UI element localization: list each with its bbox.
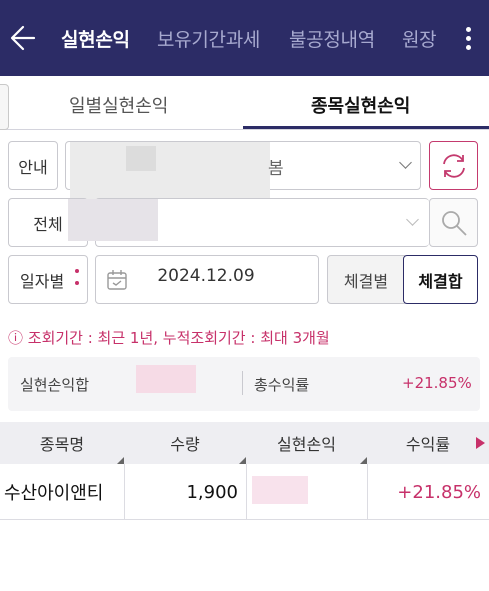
period-label: 일자별 (20, 271, 65, 291)
exec-sum-toggle[interactable]: 체결합 (403, 255, 478, 304)
search-icon (441, 210, 467, 236)
stock-select[interactable] (68, 198, 429, 247)
subtab-daily-realized[interactable]: 일별실현손익 (69, 92, 168, 118)
active-tab-indicator (243, 126, 489, 129)
realized-total-label: 실현손익합 (20, 376, 90, 394)
tab-realized-pnl[interactable]: 실현손익 (61, 25, 130, 52)
return-rate-cell: +21.85% (397, 481, 481, 503)
refresh-icon (442, 153, 465, 178)
search-button[interactable] (429, 198, 478, 247)
account-suffix: 봄 (268, 159, 284, 179)
edge-drag-handle[interactable] (0, 84, 9, 130)
masked-account-block (126, 146, 156, 171)
guide-button[interactable]: 안내 (8, 141, 58, 190)
dot-icon (75, 281, 79, 285)
tab-holding-period-tax[interactable]: 보유기간과세 (157, 25, 260, 52)
tab-ledger[interactable]: 원장 (402, 25, 437, 52)
summary-divider (242, 371, 243, 395)
total-return-label: 총수익률 (254, 376, 310, 394)
dot-icon (75, 269, 79, 273)
exec-by-toggle[interactable]: 체결별 (327, 255, 405, 304)
date-value: 2024.12.09 (157, 266, 255, 286)
stock-name-cell: 수산아이앤티 (4, 483, 104, 504)
more-menu-icon[interactable] (459, 20, 477, 56)
account-select[interactable]: 봄 (65, 141, 421, 202)
col-label: 종목명 (39, 435, 85, 454)
scroll-right-icon[interactable] (476, 437, 485, 449)
sub-tab-bar: 일별실현손익 종목실현손익 (0, 76, 489, 130)
col-label: 수익률 (405, 435, 451, 454)
col-return-rate[interactable]: 수익률 (367, 422, 489, 464)
date-picker[interactable]: 2024.12.09 (95, 255, 319, 304)
sort-corner-icon (360, 457, 367, 464)
table-header: 종목명 수량 실현손익 수익률 (0, 422, 489, 464)
app-header: 실현손익 보유기간과세 불공정내역 원장 (0, 0, 489, 76)
sort-corner-icon (117, 457, 124, 464)
masked-realized-pnl (252, 476, 308, 504)
period-select[interactable]: 일자별 (8, 255, 88, 304)
tab-unfair-history[interactable]: 불공정내역 (289, 25, 375, 52)
summary-panel: 실현손익합 총수익률 +21.85% (8, 357, 480, 411)
masked-stock (68, 199, 158, 241)
back-arrow-icon[interactable] (8, 20, 42, 56)
col-quantity[interactable]: 수량 (124, 422, 246, 464)
table-row[interactable]: 수산아이앤티 1,900 +21.85% (0, 464, 489, 520)
total-return-value: +21.85% (402, 374, 472, 392)
sort-corner-icon (239, 457, 246, 464)
query-period-notice: ⓘ 조회기간 : 최근 1년, 누적조회기간 : 최대 3개월 (8, 329, 330, 347)
masked-account (70, 142, 270, 202)
quantity-cell: 1,900 (186, 481, 238, 503)
col-label: 실현손익 (277, 435, 336, 454)
col-realized-pnl[interactable]: 실현손익 (246, 422, 367, 464)
chevron-down-icon (406, 213, 419, 226)
cell-divider (246, 464, 247, 520)
chevron-down-icon (399, 156, 412, 169)
col-stock-name[interactable]: 종목명 (0, 422, 124, 464)
masked-realized-total (136, 365, 196, 393)
col-label: 수량 (170, 435, 200, 454)
refresh-button[interactable] (429, 141, 478, 190)
subtab-stock-realized[interactable]: 종목실현손익 (311, 92, 410, 118)
